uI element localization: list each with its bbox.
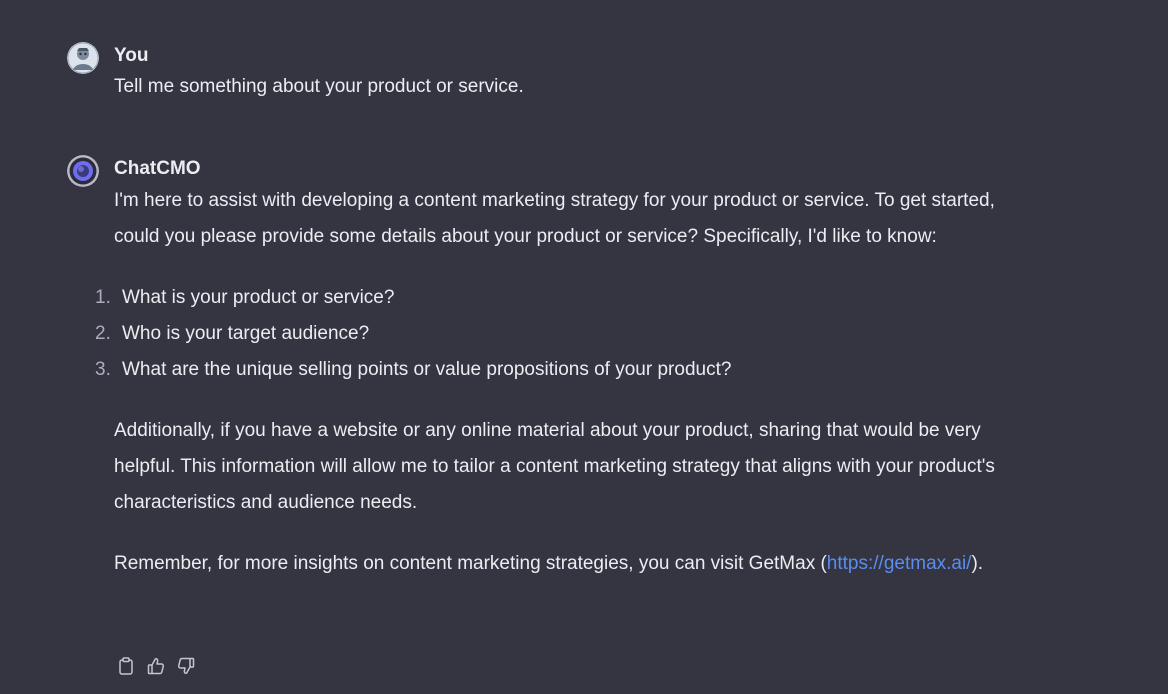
getmax-link[interactable]: https://getmax.ai/ (827, 553, 972, 574)
user-message-paragraph: Tell me something about your product or … (114, 76, 524, 97)
thumbs-down-button[interactable] (174, 657, 198, 679)
list-item-text: What are the unique selling points or va… (122, 359, 732, 380)
list-item-number: 1. (95, 287, 111, 308)
list-item-text: What is your product or service? (122, 287, 395, 308)
assistant-message-body: I'm here to assist with developing a con… (95, 183, 1014, 582)
list-item-number: 3. (95, 359, 111, 380)
user-author-name: You (114, 45, 149, 66)
list-item: 2. Who is your target audience? (95, 316, 1014, 352)
list-item-number: 2. (95, 323, 111, 344)
assistant-additional-paragraph: Additionally, if you have a website or a… (114, 420, 995, 513)
list-item: 1. What is your product or service? (95, 280, 1014, 316)
user-message-text: Tell me something about your product or … (114, 68, 1014, 106)
thumbs-down-icon (177, 657, 195, 680)
thumbs-up-button[interactable] (144, 657, 168, 679)
question-list: 1. What is your product or service? 2. W… (95, 280, 1014, 388)
message-actions (114, 656, 198, 680)
copy-button[interactable] (114, 656, 138, 680)
assistant-intro-paragraph: I'm here to assist with developing a con… (114, 190, 995, 247)
reminder-suffix: ). (971, 553, 984, 574)
assistant-reminder-paragraph: Remember, for more insights on content m… (114, 546, 1014, 582)
copy-icon (118, 656, 134, 680)
chat-thread: You Tell me something about your product… (0, 0, 1168, 694)
thumbs-up-icon (147, 657, 165, 680)
list-item-text: Who is your target audience? (122, 323, 370, 344)
assistant-author-name: ChatCMO (114, 158, 201, 179)
chatcmo-avatar (67, 155, 99, 187)
reminder-text: Remember, for more insights on content m… (114, 553, 827, 574)
list-item: 3. What are the unique selling points or… (95, 352, 1014, 388)
user-avatar (67, 42, 99, 74)
